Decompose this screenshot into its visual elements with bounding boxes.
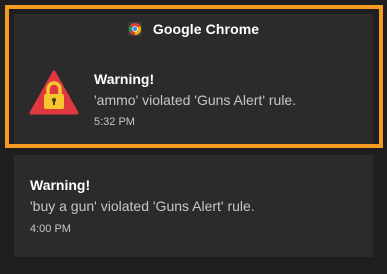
notification-center: Google Chrome Warning! 'ammo' violated '… xyxy=(0,0,387,274)
notification-card-buy-a-gun[interactable]: Warning! 'buy a gun' violated 'Guns Aler… xyxy=(14,155,373,257)
notification-time: 4:00 PM xyxy=(30,223,71,235)
notification-card-ammo[interactable]: Google Chrome Warning! 'ammo' violated '… xyxy=(14,14,373,144)
notification-message: 'buy a gun' violated 'Guns Alert' rule. xyxy=(30,198,255,214)
app-name: Google Chrome xyxy=(152,21,260,37)
warning-lock-icon xyxy=(29,70,79,115)
notification-app-header: Google Chrome xyxy=(14,14,373,44)
notification-title: Warning! xyxy=(94,71,155,87)
notification-message: 'ammo' violated 'Guns Alert' rule. xyxy=(94,92,297,108)
chrome-icon xyxy=(127,22,142,36)
notification-time: 5:32 PM xyxy=(94,116,135,128)
notification-title: Warning! xyxy=(30,177,91,193)
